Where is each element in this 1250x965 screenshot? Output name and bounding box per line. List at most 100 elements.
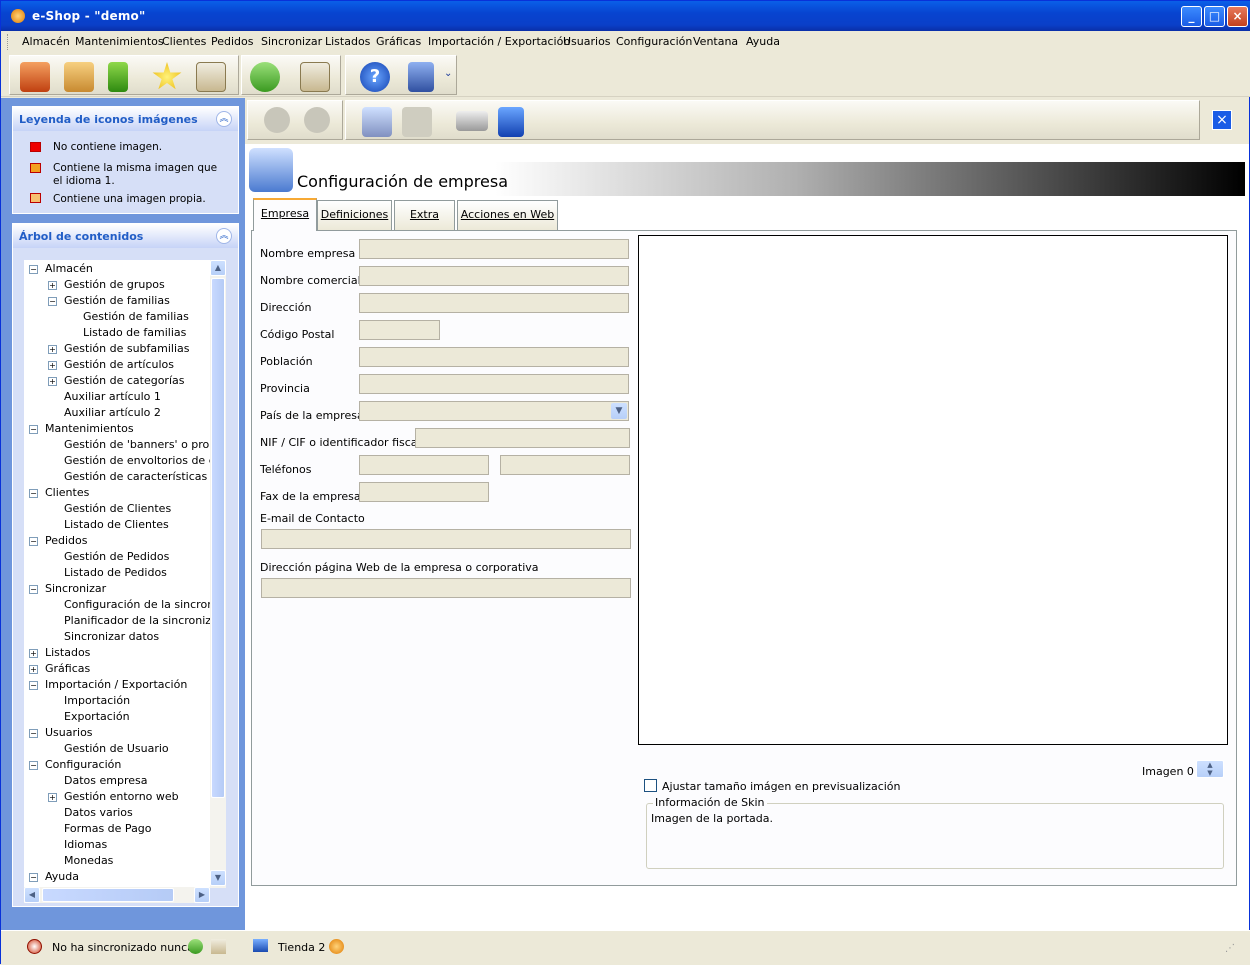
direccion-field[interactable]: [359, 293, 629, 313]
menu-sincronizar[interactable]: Sincronizar: [261, 35, 322, 48]
collapse-node-icon[interactable]: −: [29, 761, 38, 770]
menu-ayuda[interactable]: Ayuda: [746, 35, 780, 48]
schedule-icon[interactable]: [211, 939, 226, 954]
tree-node[interactable]: Gestión de 'banners' o promoci: [64, 438, 210, 451]
tree-horizontal-scrollbar[interactable]: ◀ ▶: [24, 887, 210, 903]
book-icon[interactable]: [108, 62, 128, 92]
tree-node[interactable]: Gestión de grupos: [64, 278, 165, 291]
provincia-field[interactable]: [359, 374, 629, 394]
collapse-node-icon[interactable]: −: [29, 489, 38, 498]
maximize-button[interactable]: □: [1204, 6, 1225, 27]
collapse-node-icon[interactable]: −: [29, 873, 38, 882]
menu-listados[interactable]: Listados: [325, 35, 370, 48]
tree-node[interactable]: Configuración de la sincronizac: [64, 598, 210, 611]
tree-node[interactable]: Importación: [64, 694, 130, 707]
tree-node[interactable]: Gestión de familias: [83, 310, 189, 323]
collapse-node-icon[interactable]: −: [29, 729, 38, 738]
tree-node[interactable]: Idiomas: [64, 838, 107, 851]
help-icon[interactable]: ?: [360, 62, 390, 92]
tree-node[interactable]: Usuarios: [45, 726, 93, 739]
tree-node[interactable]: Datos empresa: [64, 774, 147, 787]
tree-node[interactable]: Gestión de Clientes: [64, 502, 171, 515]
nombre-empresa-field[interactable]: [359, 239, 629, 259]
scroll-left-button[interactable]: ◀: [24, 887, 40, 903]
collapse-tree-icon[interactable]: ︽: [216, 228, 232, 244]
resize-grip-icon[interactable]: ⋰: [1225, 943, 1235, 954]
tab-acciones-web[interactable]: Acciones en Web: [457, 200, 558, 230]
menu-pedidos[interactable]: Pedidos: [211, 35, 254, 48]
expand-icon[interactable]: +: [29, 649, 38, 658]
content-tree[interactable]: Almacén − Gestión de grupos + Gestión de fam…: [24, 260, 210, 888]
box-icon[interactable]: [64, 62, 94, 92]
menu-graficas[interactable]: Gráficas: [376, 35, 421, 48]
tree-node[interactable]: Gestión de Pedidos: [64, 550, 169, 563]
tree-node[interactable]: Gestión entorno web: [64, 790, 179, 803]
tree-node[interactable]: Listado de Clientes: [64, 518, 169, 531]
tab-definiciones[interactable]: Definiciones: [317, 200, 392, 230]
tree-node[interactable]: Gestión de categorías: [64, 374, 184, 387]
scroll-up-button[interactable]: ▲: [210, 260, 226, 276]
menu-usuarios[interactable]: Usuarios: [563, 35, 611, 48]
menu-importacion[interactable]: Importación / Exportación: [428, 35, 570, 48]
menu-clientes[interactable]: Clientes: [162, 35, 206, 48]
tree-node[interactable]: Gestión de familias: [64, 294, 170, 307]
collapse-node-icon[interactable]: −: [29, 425, 38, 434]
menu-almacen[interactable]: Almacén: [22, 35, 70, 48]
vertical-scroll-thumb[interactable]: [211, 278, 225, 798]
tree-node[interactable]: Gestión de Usuario: [64, 742, 169, 755]
codigo-postal-field[interactable]: [359, 320, 440, 340]
collapse-node-icon[interactable]: −: [48, 297, 57, 306]
expand-icon[interactable]: +: [48, 281, 57, 290]
nif-field[interactable]: [415, 428, 630, 448]
tree-node[interactable]: Pedidos: [45, 534, 88, 547]
horizontal-scroll-thumb[interactable]: [42, 888, 174, 902]
close-button[interactable]: ×: [1227, 6, 1248, 27]
tree-node[interactable]: Auxiliar artículo 1: [64, 390, 161, 403]
tree-node[interactable]: Planificador de la sincronizació: [64, 614, 210, 627]
accept-icon[interactable]: [304, 107, 330, 133]
tree-node[interactable]: Exportación: [64, 710, 130, 723]
tree-node[interactable]: Datos varios: [64, 806, 133, 819]
tree-node[interactable]: Gestión de envoltorios de e: [64, 454, 210, 467]
tree-node[interactable]: Almacén: [45, 262, 93, 275]
tree-node[interactable]: Sincronizar datos: [64, 630, 159, 643]
expand-icon[interactable]: +: [48, 345, 57, 354]
home-icon[interactable]: [20, 62, 50, 92]
menu-grip[interactable]: [7, 34, 10, 50]
tree-node[interactable]: Clientes: [45, 486, 89, 499]
menu-configuracion[interactable]: Configuración: [616, 35, 692, 48]
image-delete-icon[interactable]: [402, 107, 432, 137]
fax-field[interactable]: [359, 482, 489, 502]
tab-extra[interactable]: Extra: [394, 200, 455, 230]
minimize-button[interactable]: _: [1181, 6, 1202, 27]
star-icon[interactable]: [152, 62, 182, 90]
scroll-down-button[interactable]: ▼: [210, 870, 226, 886]
menu-mantenimientos[interactable]: Mantenimientos: [75, 35, 164, 48]
imagen-spinner[interactable]: ▲ ▼: [1196, 760, 1224, 778]
tree-node[interactable]: Sincronizar: [45, 582, 106, 595]
clipboard-icon[interactable]: [196, 62, 226, 92]
pais-select[interactable]: ▼: [359, 401, 629, 421]
tree-node[interactable]: Gestión de características: [64, 470, 207, 483]
expand-icon[interactable]: +: [48, 793, 57, 802]
tree-node[interactable]: Gestión de artículos: [64, 358, 174, 371]
tree-node[interactable]: Monedas: [64, 854, 113, 867]
tree-node[interactable]: Importación / Exportación: [45, 678, 187, 691]
cancel-icon[interactable]: [264, 107, 290, 133]
ajustar-checkbox[interactable]: [644, 779, 657, 792]
dropdown-arrow-icon[interactable]: ▼: [611, 403, 627, 419]
expand-icon[interactable]: +: [29, 665, 38, 674]
sync-status-icon[interactable]: [188, 939, 203, 954]
sync-icon[interactable]: [250, 62, 280, 92]
telefono-2-field[interactable]: [500, 455, 630, 475]
tree-node[interactable]: Listado de Pedidos: [64, 566, 167, 579]
chevron-down-icon[interactable]: ⌄: [444, 68, 452, 79]
tree-node[interactable]: Gráficas: [45, 662, 90, 675]
menu-ventana[interactable]: Ventana: [693, 35, 738, 48]
exit-icon[interactable]: [408, 62, 434, 92]
collapse-legend-icon[interactable]: ︽: [216, 111, 232, 127]
expand-icon[interactable]: +: [48, 361, 57, 370]
window-icon[interactable]: [498, 107, 524, 137]
scroll-right-button[interactable]: ▶: [194, 887, 210, 903]
collapse-node-icon[interactable]: −: [29, 585, 38, 594]
